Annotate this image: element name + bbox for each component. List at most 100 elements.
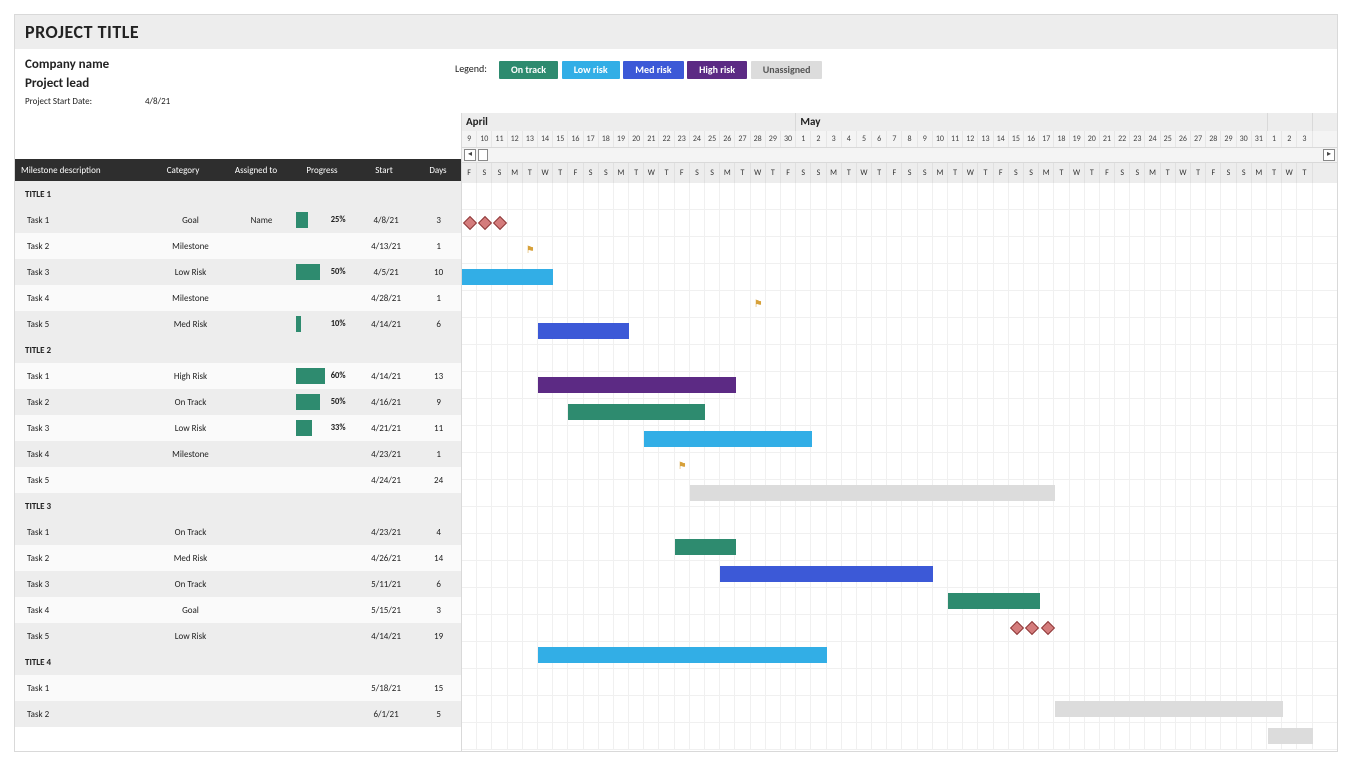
day-num: 13 bbox=[523, 131, 538, 147]
timeline-row bbox=[462, 561, 1337, 588]
table-row[interactable]: Task 15/18/2115 bbox=[15, 675, 461, 701]
day-num: 27 bbox=[735, 131, 750, 147]
task-table-header: Milestone description Category Assigned … bbox=[15, 159, 461, 181]
weekday: F bbox=[1100, 163, 1115, 183]
page-title: PROJECT TITLE bbox=[25, 21, 139, 43]
table-row[interactable]: Task 5Low Risk4/14/2119 bbox=[15, 623, 461, 649]
weekday: S bbox=[1115, 163, 1130, 183]
weekday: T bbox=[629, 163, 644, 183]
weekday: T bbox=[978, 163, 993, 183]
legend-chip-low-risk: Low risk bbox=[562, 61, 620, 79]
timeline-row bbox=[462, 615, 1337, 642]
gantt-bar[interactable] bbox=[1055, 701, 1283, 717]
timeline-row-group bbox=[462, 507, 1337, 534]
day-num: 16 bbox=[1024, 131, 1039, 147]
timeline-row bbox=[462, 264, 1337, 291]
day-num: 26 bbox=[720, 131, 735, 147]
gantt-bar[interactable] bbox=[690, 485, 1055, 501]
gantt-bar[interactable] bbox=[538, 377, 736, 393]
weekday: M bbox=[508, 163, 523, 183]
col-days: Days bbox=[415, 165, 461, 176]
day-num: 20 bbox=[1085, 131, 1100, 147]
day-num: 14 bbox=[994, 131, 1009, 147]
weekday: T bbox=[523, 163, 538, 183]
start-date-value[interactable]: 4/8/21 bbox=[145, 96, 170, 107]
gantt-bar[interactable] bbox=[644, 431, 811, 447]
timeline-row bbox=[462, 588, 1337, 615]
title-bar: PROJECT TITLE bbox=[15, 15, 1337, 49]
gantt-bar[interactable] bbox=[538, 647, 827, 663]
gantt-bar[interactable] bbox=[462, 269, 553, 285]
scroll-left-button[interactable]: ◂ bbox=[464, 149, 476, 161]
table-row[interactable]: Task 3On Track5/11/216 bbox=[15, 571, 461, 597]
table-row[interactable]: Task 2Milestone4/13/211 bbox=[15, 233, 461, 259]
legend-label: Legend: bbox=[455, 62, 487, 75]
weekday: S bbox=[1024, 163, 1039, 183]
day-num: 13 bbox=[978, 131, 993, 147]
scroll-slider[interactable]: ◂ ▸ bbox=[462, 147, 1337, 163]
month-May: May bbox=[796, 113, 1267, 131]
weekday: T bbox=[735, 163, 750, 183]
timeline-row-group bbox=[462, 669, 1337, 696]
weekday: T bbox=[1161, 163, 1176, 183]
weekday: M bbox=[614, 163, 629, 183]
gantt-bar[interactable] bbox=[568, 404, 705, 420]
milestone-flag-icon[interactable]: ⚑ bbox=[526, 243, 535, 256]
table-row[interactable]: Task 4Goal5/15/213 bbox=[15, 597, 461, 623]
table-row[interactable]: Task 1High Risk60%4/14/2113 bbox=[15, 363, 461, 389]
timeline-row-group bbox=[462, 183, 1337, 210]
task-table: Milestone description Category Assigned … bbox=[15, 113, 461, 751]
month-next bbox=[1268, 113, 1314, 131]
table-row[interactable]: Task 54/24/2124 bbox=[15, 467, 461, 493]
timeline-row bbox=[462, 534, 1337, 561]
legend-chip-unassigned: Unassigned bbox=[751, 61, 823, 79]
weekday: T bbox=[948, 163, 963, 183]
legend-chip-high-risk: High risk bbox=[687, 61, 747, 79]
table-row[interactable]: Task 2On Track50%4/16/219 bbox=[15, 389, 461, 415]
weekday: S bbox=[477, 163, 492, 183]
table-row[interactable]: Task 26/1/215 bbox=[15, 701, 461, 727]
table-row[interactable]: Task 1GoalName25%4/8/213 bbox=[15, 207, 461, 233]
table-row[interactable]: Task 1On Track4/23/214 bbox=[15, 519, 461, 545]
gantt-bar[interactable] bbox=[720, 566, 933, 582]
timeline-row bbox=[462, 642, 1337, 669]
day-num: 9 bbox=[918, 131, 933, 147]
table-row[interactable]: Task 5Med Risk10%4/14/216 bbox=[15, 311, 461, 337]
milestone-flag-icon[interactable]: ⚑ bbox=[754, 297, 763, 310]
project-lead[interactable]: Project lead bbox=[25, 76, 455, 91]
table-row[interactable]: Task 3Low Risk33%4/21/2111 bbox=[15, 415, 461, 441]
scroll-right-button[interactable]: ▸ bbox=[1323, 149, 1335, 161]
weekday: S bbox=[1221, 163, 1236, 183]
table-row[interactable]: Task 3Low Risk50%4/5/2110 bbox=[15, 259, 461, 285]
timeline-row: ⚑ bbox=[462, 453, 1337, 480]
weekday: T bbox=[1297, 163, 1312, 183]
weekday: T bbox=[1054, 163, 1069, 183]
col-description: Milestone description bbox=[15, 165, 145, 176]
table-row[interactable]: Task 4Milestone4/28/211 bbox=[15, 285, 461, 311]
scroll-thumb[interactable] bbox=[478, 149, 488, 161]
day-num: 30 bbox=[781, 131, 796, 147]
timeline-row-group bbox=[462, 345, 1337, 372]
day-num: 7 bbox=[887, 131, 902, 147]
day-num: 16 bbox=[568, 131, 583, 147]
weekday: S bbox=[796, 163, 811, 183]
weekday: F bbox=[462, 163, 477, 183]
company-name[interactable]: Company name bbox=[25, 57, 455, 72]
gantt-bar[interactable] bbox=[948, 593, 1039, 609]
gantt-bar[interactable] bbox=[675, 539, 736, 555]
milestone-flag-icon[interactable]: ⚑ bbox=[678, 459, 687, 472]
gantt-bar[interactable] bbox=[1268, 728, 1314, 744]
day-num: 10 bbox=[933, 131, 948, 147]
table-row[interactable]: Task 2Med Risk4/26/2114 bbox=[15, 545, 461, 571]
day-num: 6 bbox=[872, 131, 887, 147]
day-num: 26 bbox=[1176, 131, 1191, 147]
table-row[interactable]: Task 4Milestone4/23/211 bbox=[15, 441, 461, 467]
weekday: M bbox=[1039, 163, 1054, 183]
weekday: S bbox=[584, 163, 599, 183]
gantt-bar[interactable] bbox=[538, 323, 629, 339]
col-assigned: Assigned to bbox=[221, 165, 291, 176]
timeline-row: ⚑ bbox=[462, 237, 1337, 264]
day-num: 31 bbox=[1252, 131, 1267, 147]
timeline-row bbox=[462, 372, 1337, 399]
weekday: S bbox=[690, 163, 705, 183]
